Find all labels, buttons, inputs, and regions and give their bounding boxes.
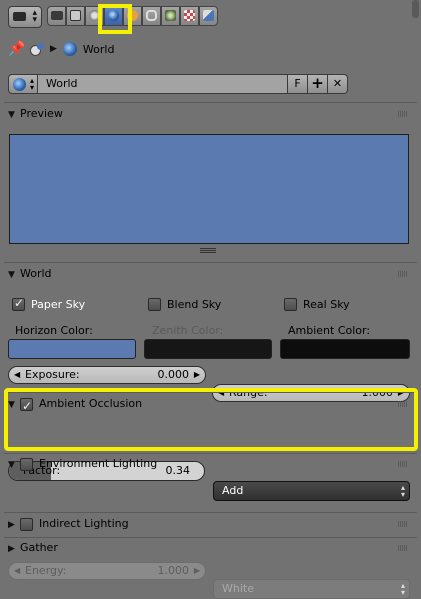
collapsed-triangle-icon: ▶ [8, 520, 15, 530]
highlight-world-tab [98, 4, 132, 34]
panel-title: Environment Lighting [39, 457, 158, 470]
environment-color-dropdown[interactable]: White ▴ ▾ [213, 579, 410, 599]
ao-blend-mode-dropdown[interactable]: Add ▴ ▾ [213, 481, 410, 501]
blend-sky-label: Blend Sky [167, 297, 222, 311]
world-icon [62, 42, 77, 56]
energy-label: Energy: [25, 564, 67, 577]
fake-user-button[interactable]: F [288, 74, 308, 94]
arrow-right-icon[interactable]: ▶ [194, 367, 200, 383]
paper-sky-checkbox[interactable]: Paper Sky [12, 296, 86, 311]
new-world-button[interactable]: + [308, 74, 328, 94]
checkbox-unchecked-icon [148, 297, 161, 311]
scrollbar[interactable] [412, 0, 419, 18]
pin-icon[interactable]: 📌 [8, 41, 25, 57]
layers-icon [70, 10, 81, 21]
material-icon [184, 10, 195, 21]
checkbox-unchecked-icon [284, 297, 297, 311]
camera-icon [51, 11, 63, 20]
property-tabs [47, 6, 218, 26]
arrow-left-icon[interactable]: ◀ [14, 367, 20, 383]
divider [4, 512, 417, 513]
panel-title: World [20, 267, 52, 280]
properties-editor-icon [13, 12, 26, 21]
panel-title: Gather [20, 541, 58, 554]
updown-arrows-icon: ▴ ▾ [29, 76, 34, 92]
tab-texture[interactable] [199, 6, 218, 26]
close-icon: ✕ [332, 77, 343, 90]
drag-handle-icon[interactable] [398, 521, 408, 527]
panel-title: Indirect Lighting [39, 517, 129, 530]
environment-lighting-checkbox[interactable] [20, 457, 33, 471]
energy-value: 1.000 [157, 564, 190, 577]
drag-handle-icon[interactable] [398, 271, 408, 277]
world-name-field[interactable]: World [38, 74, 288, 94]
panel-indirect-lighting-header[interactable]: ▶ Indirect Lighting [8, 514, 410, 534]
collapsed-triangle-icon: ▶ [8, 544, 15, 554]
zenith-color-label: Zenith Color: [152, 324, 224, 337]
blend-sky-checkbox[interactable]: Blend Sky [148, 297, 221, 311]
ambient-color-swatch[interactable] [280, 339, 410, 359]
highlight-ambient-occlusion [4, 388, 418, 451]
expanded-triangle-icon: ▼ [8, 270, 15, 280]
updown-arrows-icon: ▴ ▾ [400, 581, 405, 597]
chevron-right-icon: ▶ [50, 44, 57, 54]
drag-handle-icon[interactable] [398, 545, 408, 551]
preview-resize-handle[interactable] [200, 248, 216, 253]
browse-world-button[interactable]: ▴ ▾ [8, 74, 38, 94]
divider [4, 102, 417, 103]
exposure-value: 0.000 [157, 368, 190, 381]
panel-preview-header[interactable]: ▼ Preview [8, 104, 410, 124]
horizon-color-swatch[interactable] [8, 339, 136, 359]
checkbox-checked-icon [12, 296, 25, 311]
tab-constraints[interactable] [142, 6, 161, 26]
editor-type-button[interactable]: ▴ ▾ [8, 6, 42, 28]
breadcrumb-world-label: World [82, 42, 115, 56]
panel-world-header[interactable]: ▼ World [8, 264, 410, 284]
energy-field[interactable]: ◀ Energy: 1.000 ▶ [8, 562, 206, 580]
panel-title: Preview [20, 107, 63, 120]
texture-icon [203, 10, 214, 21]
panel-environment-lighting-header[interactable]: ▼ Environment Lighting [8, 454, 410, 474]
exposure-label: Exposure: [25, 368, 80, 381]
tab-render-layers[interactable] [66, 6, 85, 26]
arrow-left-icon[interactable]: ◀ [14, 563, 20, 579]
tab-modifiers[interactable] [161, 6, 180, 26]
zenith-color-swatch[interactable] [144, 339, 272, 359]
arrow-right-icon[interactable]: ▶ [194, 563, 200, 579]
indirect-lighting-checkbox[interactable] [20, 517, 33, 531]
plus-icon: + [311, 74, 324, 92]
drag-handle-icon[interactable] [398, 111, 408, 117]
tab-render[interactable] [47, 6, 66, 26]
scene-icon [28, 41, 46, 57]
expanded-triangle-icon: ▼ [8, 110, 15, 120]
ambient-color-label: Ambient Color: [288, 324, 371, 337]
unlink-world-button[interactable]: ✕ [328, 74, 348, 94]
exposure-field[interactable]: ◀ Exposure: 0.000 ▶ [8, 366, 206, 384]
drag-handle-icon[interactable] [398, 461, 408, 467]
tab-material[interactable] [180, 6, 199, 26]
constraints-icon [146, 10, 157, 21]
paper-sky-label: Paper Sky [31, 297, 86, 311]
world-icon [13, 78, 26, 91]
divider [4, 262, 417, 263]
world-datablock-row: ▴ ▾ World F + ✕ [8, 74, 348, 94]
breadcrumb: 📌 ▶ World [8, 40, 114, 58]
real-sky-checkbox[interactable]: Real Sky [284, 297, 350, 311]
modifiers-icon [165, 10, 176, 21]
ao-blend-mode-value: Add [222, 484, 244, 497]
world-preview [9, 134, 409, 244]
real-sky-label: Real Sky [303, 297, 350, 311]
environment-color-value: White [222, 582, 254, 595]
horizon-color-label: Horizon Color: [15, 324, 93, 337]
expanded-triangle-icon: ▼ [8, 460, 15, 470]
updown-arrows-icon: ▴ ▾ [400, 483, 405, 499]
panel-gather-header[interactable]: ▶ Gather [8, 538, 410, 558]
updown-arrows-icon: ▴ ▾ [32, 8, 37, 25]
